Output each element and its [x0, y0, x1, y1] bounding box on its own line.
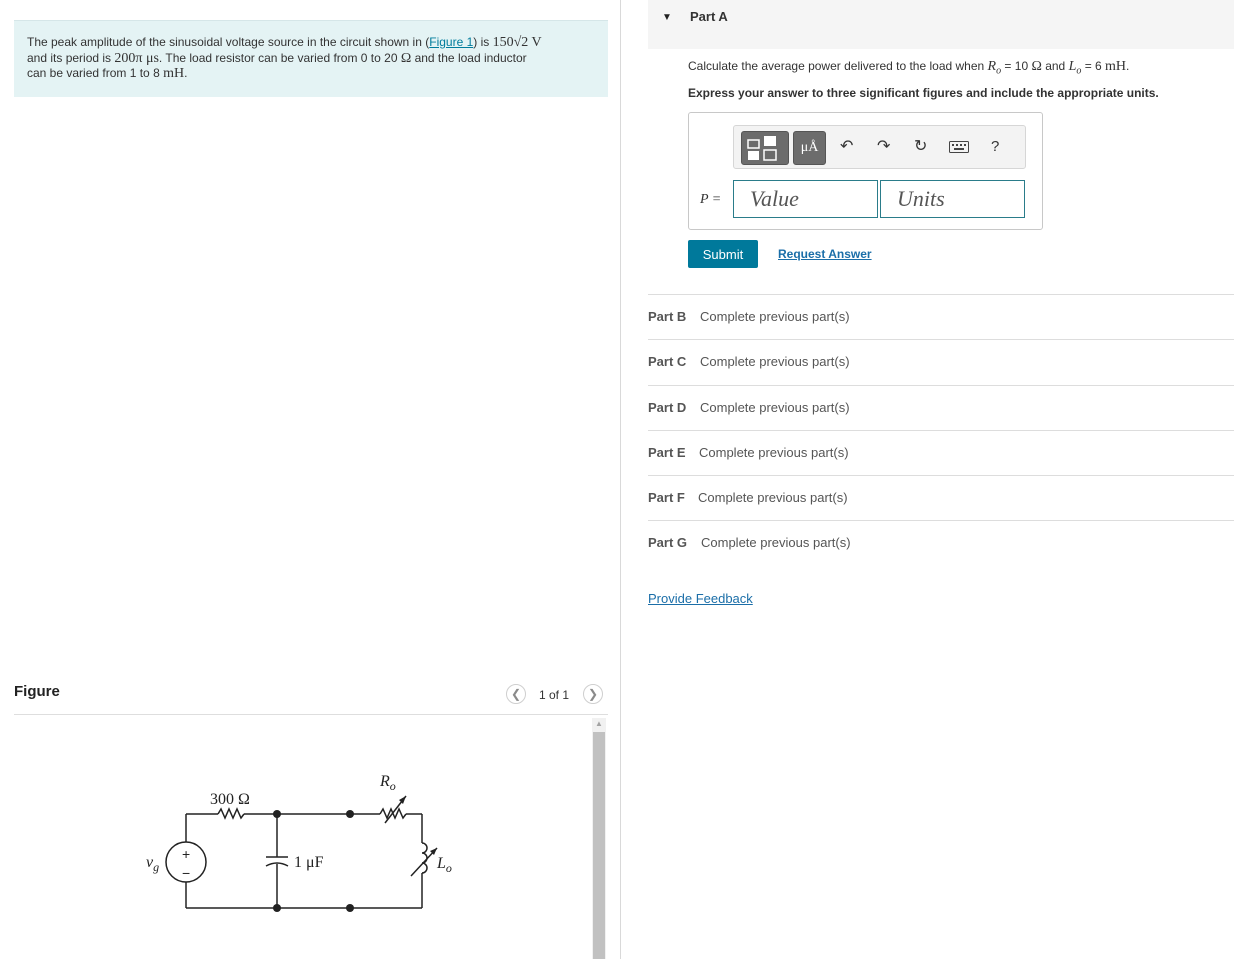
units-input[interactable]	[880, 180, 1025, 218]
templates-button[interactable]	[741, 131, 789, 165]
part-status: Complete previous part(s)	[701, 535, 851, 550]
question-text: Calculate the average power delivered to…	[688, 59, 988, 73]
ohm-symbol: Ω	[1031, 59, 1042, 74]
figure-link[interactable]: Figure 1	[429, 35, 473, 49]
question-text: = 6	[1081, 59, 1106, 73]
keyboard-icon[interactable]	[949, 140, 969, 158]
problem-text: . The load resistor can be varied from 0…	[158, 50, 401, 65]
amplitude-value: 150√2 V	[492, 35, 542, 50]
question-text: and	[1041, 59, 1069, 73]
figure-title: Figure	[14, 683, 60, 700]
provide-feedback-link[interactable]: Provide Feedback	[648, 591, 753, 606]
part-name: Part G	[648, 535, 688, 550]
part-name: Part B	[648, 309, 687, 324]
part-name: Part D	[648, 400, 687, 415]
pane-divider[interactable]	[620, 0, 621, 959]
previous-figure-button[interactable]: ❮	[506, 684, 526, 704]
figure-page-count: 1 of 1	[539, 688, 570, 702]
problem-text: .	[184, 66, 188, 80]
answer-instructions: Express your answer to three significant…	[688, 86, 1159, 100]
part-name: Part C	[648, 354, 687, 369]
part-name: Part F	[648, 490, 685, 505]
circuit-diagram: + − 300 Ω 1 μF vg Ro Lo	[146, 773, 452, 912]
next-figure-button[interactable]: ❯	[583, 684, 603, 704]
part-f-row[interactable]: Part F Complete previous part(s)	[648, 475, 1234, 520]
inductance-unit: mH	[163, 66, 185, 81]
period-value: 200π μs	[114, 50, 159, 66]
part-a-header[interactable]	[648, 0, 1234, 49]
part-status: Complete previous part(s)	[700, 309, 850, 324]
equation-toolbar: μÅ ↶ ↷ ↻ ?	[733, 125, 1026, 169]
part-e-row[interactable]: Part E Complete previous part(s)	[648, 430, 1234, 475]
source-minus: −	[182, 865, 190, 881]
value-input[interactable]	[733, 180, 878, 218]
answer-label: P =	[700, 190, 721, 208]
source-plus: +	[182, 846, 190, 862]
problem-statement: The peak amplitude of the sinusoidal vol…	[14, 20, 608, 97]
figure-divider	[14, 714, 608, 715]
p-symbol: P =	[700, 192, 722, 207]
problem-text: can be varied from 1 to 8	[27, 66, 164, 80]
part-status: Complete previous part(s)	[698, 490, 848, 505]
reset-icon[interactable]: ↻	[914, 136, 927, 156]
undo-icon[interactable]: ↶	[840, 136, 853, 156]
r-symbol: R	[987, 59, 997, 74]
load-inductor-label: Lo	[436, 855, 452, 875]
problem-text: and its period is	[27, 50, 115, 65]
templates-icon	[747, 136, 777, 161]
problem-text: and the load inductor	[411, 50, 527, 65]
scrollbar-thumb[interactable]	[593, 732, 605, 959]
redo-icon[interactable]: ↷	[877, 136, 890, 156]
units-button[interactable]: μÅ	[793, 131, 826, 165]
problem-text: The peak amplitude of the sinusoidal vol…	[27, 35, 430, 49]
mh-unit: mH	[1105, 59, 1127, 74]
part-d-row[interactable]: Part D Complete previous part(s)	[648, 385, 1234, 430]
scroll-up-arrow-icon[interactable]: ▲	[592, 718, 606, 730]
problem-text: ) is	[473, 35, 493, 49]
part-g-row[interactable]: Part G Complete previous part(s)	[648, 520, 1234, 565]
part-b-row[interactable]: Part B Complete previous part(s)	[648, 294, 1234, 339]
part-status: Complete previous part(s)	[699, 445, 849, 460]
part-status: Complete previous part(s)	[700, 354, 850, 369]
help-icon[interactable]: ?	[991, 138, 999, 155]
load-resistor-label: Ro	[379, 773, 396, 793]
collapse-caret-icon[interactable]: ▼	[662, 12, 672, 23]
source-label: vg	[146, 854, 159, 874]
question-text: = 10	[1001, 59, 1032, 73]
request-answer-link[interactable]: Request Answer	[778, 247, 872, 261]
part-c-row[interactable]: Part C Complete previous part(s)	[648, 339, 1234, 384]
capacitor-label: 1 μF	[294, 854, 324, 871]
resistor-label: 300 Ω	[210, 791, 250, 808]
ohm-symbol: Ω	[400, 50, 412, 66]
question-text: .	[1126, 59, 1130, 73]
submit-button[interactable]: Submit	[688, 240, 758, 268]
part-name: Part E	[648, 445, 686, 460]
part-a-question: Calculate the average power delivered to…	[688, 59, 1129, 76]
part-status: Complete previous part(s)	[700, 400, 850, 415]
part-a-title: Part A	[690, 9, 728, 24]
